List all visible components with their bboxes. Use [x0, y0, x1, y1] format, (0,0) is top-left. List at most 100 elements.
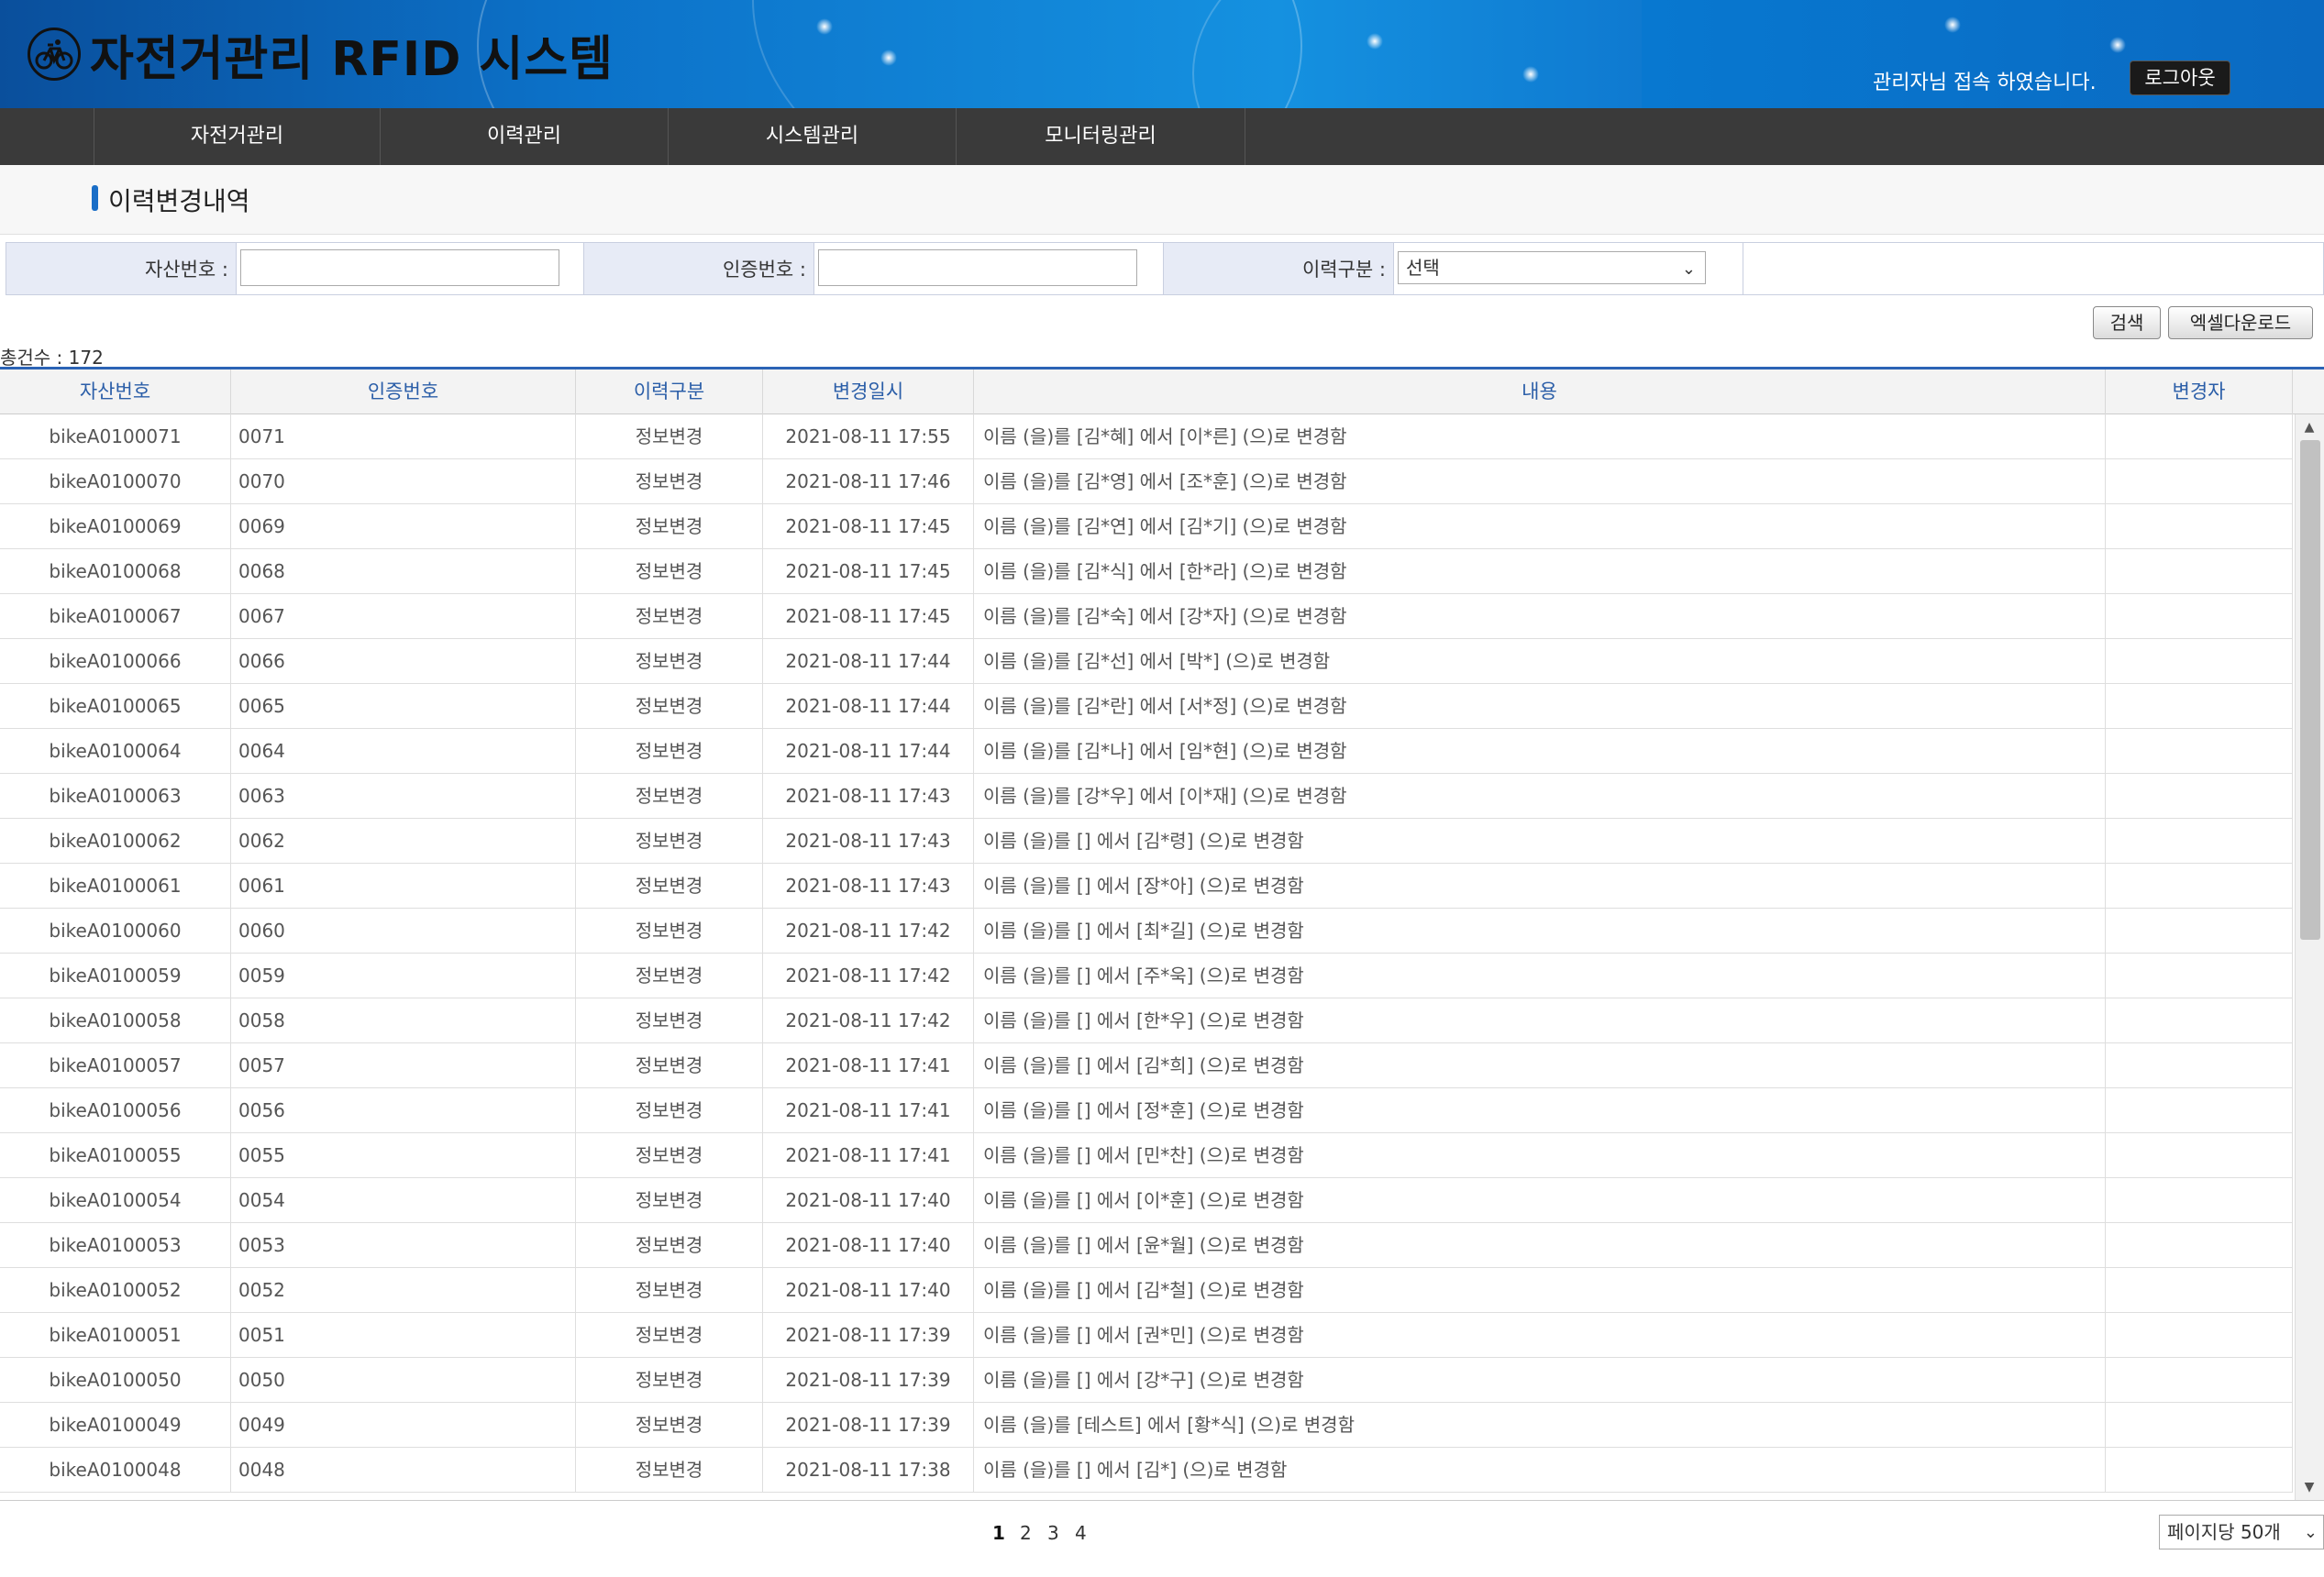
- login-message: 관리자님 접속 하였습니다.: [1873, 72, 2097, 94]
- table-row[interactable]: bikeA0100052 0052 정보변경 2021-08-11 17:40 이름 (…: [0, 1268, 2293, 1313]
- cell-history-type: 정보변경: [576, 1133, 763, 1177]
- cell-auth-number: 0069: [231, 504, 576, 548]
- cell-asset-number: bikeA0100066: [0, 639, 231, 683]
- scroll-down-icon[interactable]: ▼: [2295, 1474, 2324, 1500]
- nav-item-system[interactable]: 시스템관리: [668, 108, 956, 165]
- table-row[interactable]: bikeA0100061 0061 정보변경 2021-08-11 17:43 이름 (…: [0, 864, 2293, 909]
- cell-editor: [2106, 549, 2293, 593]
- table-row[interactable]: bikeA0100048 0048 정보변경 2021-08-11 17:38 이름 (…: [0, 1448, 2293, 1493]
- logout-button[interactable]: 로그아웃: [2130, 61, 2230, 95]
- cell-history-type: 정보변경: [576, 414, 763, 458]
- table-row[interactable]: bikeA0100060 0060 정보변경 2021-08-11 17:42 이름 (…: [0, 909, 2293, 954]
- cell-content: 이름 (을)를 [] 에서 [김*령] (으)로 변경함: [974, 819, 2106, 863]
- table-row[interactable]: bikeA0100059 0059 정보변경 2021-08-11 17:42 이름 (…: [0, 954, 2293, 998]
- table-row[interactable]: bikeA0100063 0063 정보변경 2021-08-11 17:43 이름 (…: [0, 774, 2293, 819]
- cell-history-type: 정보변경: [576, 1403, 763, 1447]
- cell-history-type: 정보변경: [576, 1313, 763, 1357]
- table-row[interactable]: bikeA0100049 0049 정보변경 2021-08-11 17:39 이름 (…: [0, 1403, 2293, 1448]
- cell-content: 이름 (을)를 [] 에서 [김*] (으)로 변경함: [974, 1448, 2106, 1492]
- cell-changed-date: 2021-08-11 17:44: [763, 639, 974, 683]
- table-row[interactable]: bikeA0100054 0054 정보변경 2021-08-11 17:40 이름 (…: [0, 1178, 2293, 1223]
- cell-content: 이름 (을)를 [] 에서 [주*욱] (으)로 변경함: [974, 954, 2106, 998]
- nav-item-bicycle[interactable]: 자전거관리: [94, 108, 380, 165]
- table-row[interactable]: bikeA0100051 0051 정보변경 2021-08-11 17:39 이름 (…: [0, 1313, 2293, 1358]
- page-link-4[interactable]: 4: [1075, 1522, 1087, 1544]
- table-row[interactable]: bikeA0100057 0057 정보변경 2021-08-11 17:41 이름 (…: [0, 1043, 2293, 1088]
- nav-item-monitoring[interactable]: 모니터링관리: [956, 108, 1245, 165]
- nav-item-history[interactable]: 이력관리: [380, 108, 668, 165]
- cell-auth-number: 0063: [231, 774, 576, 818]
- cell-asset-number: bikeA0100062: [0, 819, 231, 863]
- cell-history-type: 정보변경: [576, 1358, 763, 1402]
- table-row[interactable]: bikeA0100070 0070 정보변경 2021-08-11 17:46 이름 (…: [0, 459, 2293, 504]
- search-button[interactable]: 검색: [2093, 306, 2161, 339]
- page-link-1[interactable]: 1: [992, 1522, 1005, 1544]
- auth-number-label: 인증번호 :: [583, 242, 814, 295]
- scroll-up-icon[interactable]: ▲: [2295, 414, 2324, 440]
- cell-asset-number: bikeA0100063: [0, 774, 231, 818]
- cell-content: 이름 (을)를 [] 에서 [김*철] (으)로 변경함: [974, 1268, 2106, 1312]
- table-row[interactable]: bikeA0100069 0069 정보변경 2021-08-11 17:45 이름 (…: [0, 504, 2293, 549]
- table-row[interactable]: bikeA0100067 0067 정보변경 2021-08-11 17:45 이름 (…: [0, 594, 2293, 639]
- cell-history-type: 정보변경: [576, 909, 763, 953]
- per-page-select[interactable]: 페이지당 50개 ⌄: [2159, 1515, 2324, 1549]
- cell-asset-number: bikeA0100071: [0, 414, 231, 458]
- cell-content: 이름 (을)를 [김*나] 에서 [임*현] (으)로 변경함: [974, 729, 2106, 773]
- col-auth-number[interactable]: 인증번호: [231, 369, 576, 414]
- cell-changed-date: 2021-08-11 17:44: [763, 729, 974, 773]
- cell-changed-date: 2021-08-11 17:43: [763, 819, 974, 863]
- table-row[interactable]: bikeA0100068 0068 정보변경 2021-08-11 17:45 이름 (…: [0, 549, 2293, 594]
- col-content[interactable]: 내용: [974, 369, 2106, 414]
- table-row[interactable]: bikeA0100064 0064 정보변경 2021-08-11 17:44 이름 (…: [0, 729, 2293, 774]
- table-row[interactable]: bikeA0100062 0062 정보변경 2021-08-11 17:43 이름 (…: [0, 819, 2293, 864]
- cell-history-type: 정보변경: [576, 1268, 763, 1312]
- table-body: bikeA0100071 0071 정보변경 2021-08-11 17:55 이름 (…: [0, 414, 2293, 1502]
- section-title-bar: [0, 165, 2324, 235]
- col-editor[interactable]: 변경자: [2106, 369, 2293, 414]
- cell-asset-number: bikeA0100054: [0, 1178, 231, 1222]
- page-link-3[interactable]: 3: [1047, 1522, 1059, 1544]
- total-count: 총건수 : 172: [0, 347, 104, 369]
- cell-auth-number: 0062: [231, 819, 576, 863]
- col-changed-date[interactable]: 변경일시: [763, 369, 974, 414]
- page-title: 이력변경내역: [108, 186, 250, 216]
- cell-changed-date: 2021-08-11 17:44: [763, 684, 974, 728]
- cell-content: 이름 (을)를 [테스트] 에서 [황*식] (으)로 변경함: [974, 1403, 2106, 1447]
- table-row[interactable]: bikeA0100065 0065 정보변경 2021-08-11 17:44 이름 (…: [0, 684, 2293, 729]
- cell-content: 이름 (을)를 [] 에서 [강*구] (으)로 변경함: [974, 1358, 2106, 1402]
- table-row[interactable]: bikeA0100053 0053 정보변경 2021-08-11 17:40 이름 (…: [0, 1223, 2293, 1268]
- cell-content: 이름 (을)를 [] 에서 [장*아] (으)로 변경함: [974, 864, 2106, 908]
- chevron-down-icon: ⌄: [2303, 1523, 2318, 1542]
- cell-editor: [2106, 1403, 2293, 1447]
- page-link-2[interactable]: 2: [1020, 1522, 1032, 1544]
- cell-content: 이름 (을)를 [김*식] 에서 [한*라] (으)로 변경함: [974, 549, 2106, 593]
- table-row[interactable]: bikeA0100055 0055 정보변경 2021-08-11 17:41 이름 (…: [0, 1133, 2293, 1178]
- table-row[interactable]: bikeA0100066 0066 정보변경 2021-08-11 17:44 이름 (…: [0, 639, 2293, 684]
- cell-auth-number: 0064: [231, 729, 576, 773]
- cell-asset-number: bikeA0100057: [0, 1043, 231, 1087]
- auth-number-input[interactable]: [818, 249, 1137, 286]
- table-row[interactable]: bikeA0100056 0056 정보변경 2021-08-11 17:41 이름 (…: [0, 1088, 2293, 1133]
- col-asset-number[interactable]: 자산번호: [0, 369, 231, 414]
- table-row[interactable]: bikeA0100058 0058 정보변경 2021-08-11 17:42 이름 (…: [0, 998, 2293, 1043]
- col-history-type[interactable]: 이력구분: [576, 369, 763, 414]
- cell-auth-number: 0051: [231, 1313, 576, 1357]
- cell-editor: [2106, 954, 2293, 998]
- cell-asset-number: bikeA0100061: [0, 864, 231, 908]
- cell-asset-number: bikeA0100048: [0, 1448, 231, 1492]
- table-row[interactable]: bikeA0100071 0071 정보변경 2021-08-11 17:55 이름 (…: [0, 414, 2293, 459]
- cell-history-type: 정보변경: [576, 774, 763, 818]
- cell-changed-date: 2021-08-11 17:45: [763, 504, 974, 548]
- cell-history-type: 정보변경: [576, 639, 763, 683]
- asset-number-input[interactable]: [240, 249, 559, 286]
- cell-auth-number: 0054: [231, 1178, 576, 1222]
- scroll-thumb[interactable]: [2300, 440, 2320, 940]
- excel-download-button[interactable]: 엑셀다운로드: [2168, 306, 2313, 339]
- cell-changed-date: 2021-08-11 17:41: [763, 1088, 974, 1132]
- table-row[interactable]: bikeA0100050 0050 정보변경 2021-08-11 17:39 이름 (…: [0, 1358, 2293, 1403]
- cell-editor: [2106, 1358, 2293, 1402]
- cell-changed-date: 2021-08-11 17:42: [763, 954, 974, 998]
- cell-changed-date: 2021-08-11 17:43: [763, 864, 974, 908]
- cell-changed-date: 2021-08-11 17:46: [763, 459, 974, 503]
- history-type-select[interactable]: 선택 ⌄: [1398, 251, 1706, 284]
